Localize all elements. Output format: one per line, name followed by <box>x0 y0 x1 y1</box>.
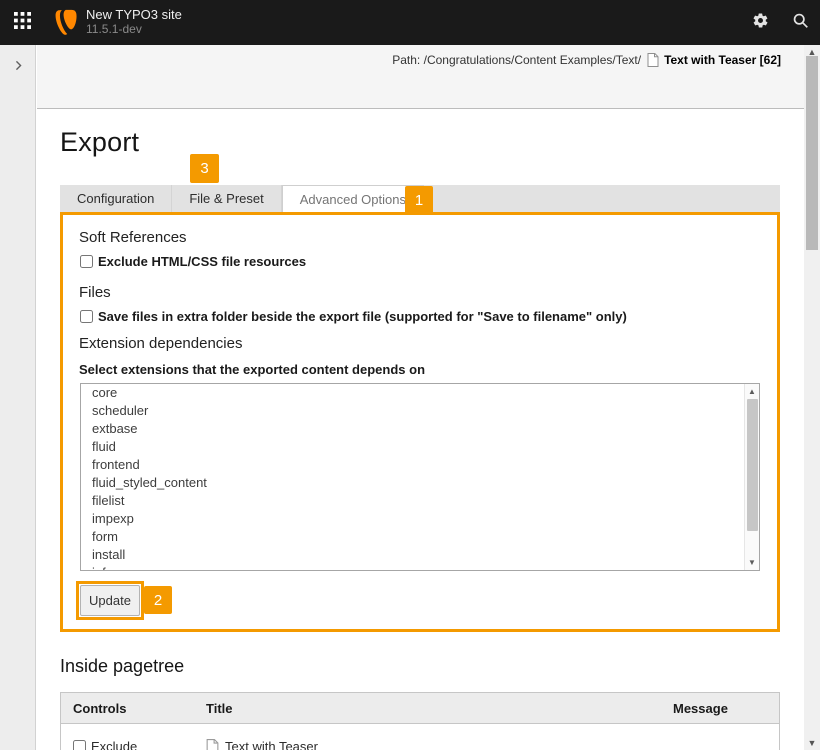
column-header-message: Message <box>661 701 779 716</box>
modules-grid-icon <box>14 12 31 34</box>
inside-pagetree-heading: Inside pagetree <box>60 656 184 677</box>
docheader: Path: /Congratulations/Content Examples/… <box>37 45 804 109</box>
extensions-select[interactable]: core scheduler extbase fluid frontend fl… <box>80 383 760 571</box>
select-scrollbar[interactable]: ▲ ▼ <box>744 384 759 570</box>
breadcrumb-path: Path: /Congratulations/Content Examples/… <box>392 53 641 67</box>
topbar: New TYPO3 site 11.5.1-dev <box>0 0 820 45</box>
annotation-badge-2: 2 <box>144 586 172 614</box>
site-info: New TYPO3 site 11.5.1-dev <box>86 7 182 37</box>
scroll-up-icon[interactable]: ▲ <box>745 387 759 396</box>
extension-option[interactable]: impexp <box>81 510 759 528</box>
site-title: New TYPO3 site <box>86 7 182 22</box>
extension-option[interactable]: form <box>81 528 759 546</box>
settings-button[interactable] <box>740 0 780 45</box>
search-button[interactable] <box>780 0 820 45</box>
extension-option[interactable]: frontend <box>81 456 759 474</box>
extension-option[interactable]: install <box>81 546 759 564</box>
column-header-controls: Controls <box>61 701 198 716</box>
table-row: Exclude Text with Teaser <box>60 724 780 750</box>
exclude-htmlcss-checkbox[interactable] <box>80 255 93 268</box>
extension-option[interactable]: fluid_styled_content <box>81 474 759 492</box>
exclude-record-checkbox[interactable] <box>73 740 86 750</box>
record-row-title: Text with Teaser <box>225 739 318 750</box>
tab-configuration[interactable]: Configuration <box>60 185 172 213</box>
tab-advanced-options[interactable]: Advanced Options <box>282 185 424 213</box>
column-header-title: Title <box>198 701 661 716</box>
modules-menu-button[interactable] <box>0 0 44 45</box>
chevron-right-icon <box>13 58 24 76</box>
scroll-down-icon[interactable]: ▼ <box>745 558 759 567</box>
extension-option[interactable]: extbase <box>81 420 759 438</box>
soft-references-heading: Soft References <box>79 229 187 246</box>
files-heading: Files <box>79 284 111 301</box>
save-files-checkbox[interactable] <box>80 310 93 323</box>
extension-option[interactable]: fluid <box>81 438 759 456</box>
annotation-badge-1: 1 <box>405 186 433 214</box>
tab-file-preset[interactable]: File & Preset <box>172 185 281 213</box>
typo3-backend: New TYPO3 site 11.5.1-dev Path: /Congrat… <box>0 0 820 750</box>
breadcrumb: Path: /Congratulations/Content Examples/… <box>392 53 781 67</box>
save-files-label: Save files in extra folder beside the ex… <box>98 309 627 324</box>
pagetree-table: Controls Title Message Exclude Text with… <box>60 692 780 750</box>
page-title: Export <box>60 127 139 158</box>
extensions-select-label: Select extensions that the exported cont… <box>79 362 425 377</box>
row-controls-cell: Exclude <box>61 739 198 750</box>
table-header-row: Controls Title Message <box>60 692 780 724</box>
scroll-down-icon[interactable]: ▼ <box>804 738 820 748</box>
extension-option[interactable]: core <box>81 384 759 402</box>
annotation-badge-3: 3 <box>190 154 219 183</box>
row-title-cell: Text with Teaser <box>198 739 661 750</box>
page-scrollbar[interactable]: ▲ ▼ <box>804 45 820 750</box>
update-button-highlight: Update <box>76 581 144 620</box>
site-version: 11.5.1-dev <box>86 22 182 37</box>
extension-option[interactable]: filelist <box>81 492 759 510</box>
update-button[interactable]: Update <box>80 585 140 616</box>
exclude-htmlcss-label: Exclude HTML/CSS file resources <box>98 254 306 269</box>
document-icon <box>206 739 219 750</box>
gear-icon <box>752 12 769 34</box>
exclude-htmlcss-row: Exclude HTML/CSS file resources <box>80 254 306 269</box>
sidebar <box>0 45 36 750</box>
select-scrollbar-thumb[interactable] <box>747 399 758 531</box>
exclude-record-label: Exclude <box>91 739 137 750</box>
page-scrollbar-thumb[interactable] <box>806 56 818 250</box>
extension-option[interactable]: info <box>81 564 759 571</box>
document-icon <box>647 53 659 67</box>
save-files-row: Save files in extra folder beside the ex… <box>80 309 627 324</box>
extension-dependencies-heading: Extension dependencies <box>79 335 242 352</box>
typo3-logo[interactable] <box>51 9 78 36</box>
advanced-options-panel: Soft References Exclude HTML/CSS file re… <box>60 212 780 632</box>
extension-option[interactable]: scheduler <box>81 402 759 420</box>
record-title: Text with Teaser [62] <box>664 53 781 67</box>
search-icon <box>792 12 809 34</box>
expand-sidebar-button[interactable] <box>8 57 28 77</box>
